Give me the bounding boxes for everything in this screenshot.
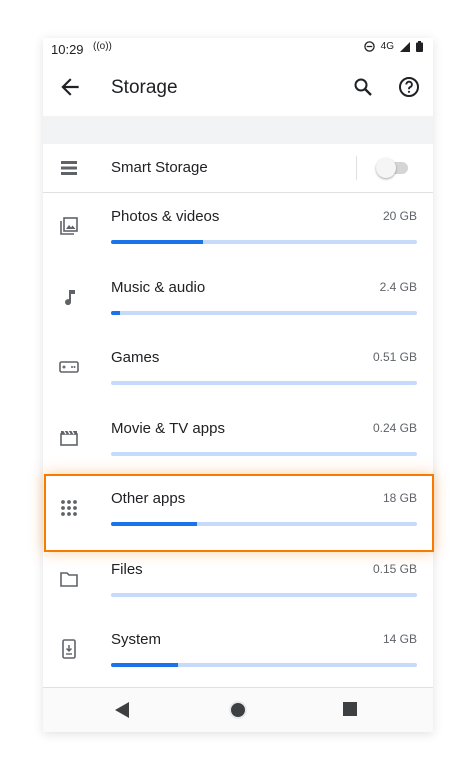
storage-item-label: Photos & videos	[111, 208, 220, 225]
storage-item-size: 18 GB	[382, 491, 417, 505]
usage-bar-fill	[111, 240, 203, 244]
usage-bar	[111, 310, 417, 315]
app-bar: Storage	[43, 60, 433, 116]
network-type: 4G	[380, 41, 394, 52]
do-not-disturb-icon	[363, 41, 375, 52]
usage-bar	[111, 381, 417, 385]
usage-bar	[111, 663, 417, 667]
storage-item-label: Movie & TV apps	[111, 419, 225, 437]
help-icon[interactable]	[397, 75, 421, 99]
system-nav-bar	[43, 687, 433, 732]
storage-item-label: Files	[111, 560, 143, 578]
storage-item-size: 14 GB	[382, 632, 417, 646]
storage-item-label: Music & audio	[111, 278, 206, 296]
movie-icon	[60, 430, 78, 446]
usage-bar-fill	[111, 522, 197, 526]
storage-item-movies[interactable]: Movie & TV apps 0.24 GB	[43, 404, 433, 475]
storage-item-music[interactable]: Music & audio 2.4 GB	[43, 263, 433, 334]
usage-bar-fill	[111, 663, 179, 667]
storage-item-size: 0.24 GB	[372, 420, 417, 435]
nav-recents-icon[interactable]	[343, 702, 357, 716]
toggle-knob[interactable]	[376, 158, 396, 178]
usage-bar	[111, 240, 417, 244]
page-title: Storage	[111, 77, 178, 98]
phone-screen: 10:29 ((o)) 4G Storage Smart Storage Pho…	[43, 38, 433, 732]
storage-item-photos[interactable]: Photos & videos 20 GB	[43, 192, 433, 263]
usage-bar	[111, 592, 417, 597]
smart-storage-row[interactable]: Smart Storage	[43, 144, 433, 193]
apps-grid-icon	[61, 500, 77, 516]
storage-item-size: 0.51 GB	[372, 350, 417, 364]
battery-icon	[416, 41, 423, 52]
arrow-back-icon[interactable]	[57, 74, 83, 100]
storage-icon	[61, 161, 77, 175]
section-spacer	[43, 116, 433, 144]
status-time: 10:29	[51, 42, 84, 57]
storage-item-size: 0.15 GB	[372, 561, 417, 576]
folder-icon	[60, 571, 78, 587]
usage-bar	[111, 522, 417, 526]
system-update-icon	[62, 639, 76, 659]
usage-bar	[111, 451, 417, 456]
nav-back-icon[interactable]	[113, 701, 133, 719]
radio-icon: ((o))	[93, 41, 112, 52]
status-icons: 4G	[363, 41, 423, 52]
storage-item-label: Other apps	[111, 490, 186, 507]
storage-item-label: System	[111, 631, 162, 648]
divider	[356, 156, 357, 180]
signal-icon	[400, 41, 410, 52]
storage-item-size: 20 GB	[382, 209, 417, 223]
gamepad-icon	[59, 361, 79, 373]
smart-storage-label: Smart Storage	[111, 159, 208, 176]
nav-home-icon[interactable]	[229, 701, 247, 719]
usage-bar-fill	[111, 310, 121, 315]
storage-item-system[interactable]: System 14 GB	[43, 615, 433, 686]
photo-icon	[60, 217, 78, 235]
storage-item-other-apps[interactable]: Other apps 18 GB	[43, 474, 433, 545]
storage-item-files[interactable]: Files 0.15 GB	[43, 545, 433, 616]
storage-item-games[interactable]: Games 0.51 GB	[43, 333, 433, 404]
storage-list: Photos & videos 20 GB Music & audio 2.4 …	[43, 192, 433, 686]
storage-item-size: 2.4 GB	[379, 279, 417, 294]
music-note-icon	[65, 289, 75, 305]
search-icon[interactable]	[351, 75, 375, 99]
storage-item-label: Games	[111, 349, 160, 366]
status-bar: 10:29 ((o)) 4G	[43, 38, 433, 60]
